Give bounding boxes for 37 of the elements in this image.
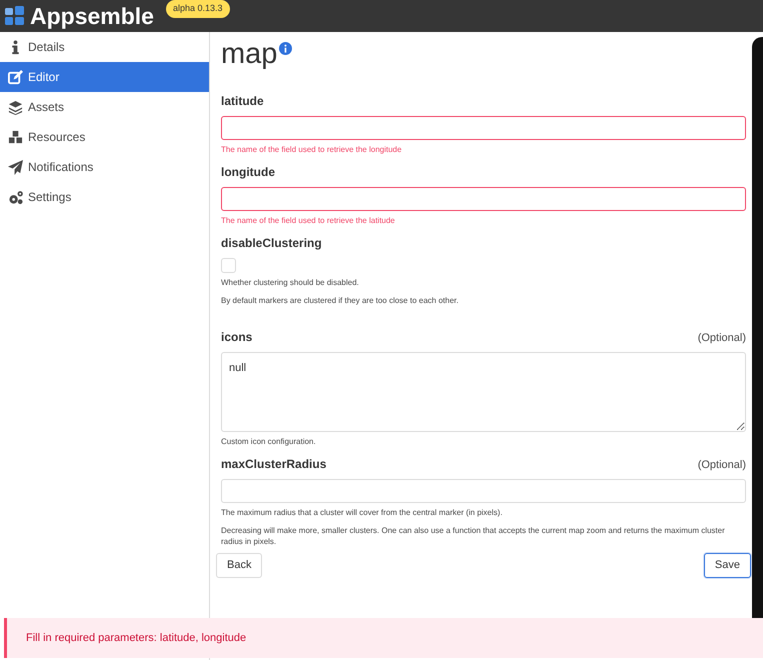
info-icon[interactable] — [279, 42, 292, 55]
sidebar-item[interactable]: Settings — [0, 182, 209, 212]
sidebar-item[interactable]: Details — [0, 32, 209, 62]
error-help-text: The name of the field used to retrieve the latitude — [221, 215, 396, 226]
field-label: icons — [221, 329, 252, 346]
help-text: Decreasing will make more, smaller clusters. One can also use a function that accepts the current map zoom and returns the maximum cluster radius in pixels. — [221, 525, 726, 547]
cubes-icon — [8, 130, 23, 144]
sidebar-item[interactable]: Editor — [0, 62, 209, 92]
form-button[interactable]: Back — [216, 553, 262, 578]
text-field[interactable] — [221, 116, 746, 140]
help-text: By default markers are clustered if they are too close to each other. — [221, 295, 460, 306]
checkbox[interactable] — [221, 258, 236, 273]
page-title: map — [221, 37, 278, 72]
notification-message: Fill in required parameters: latitude, longitude — [26, 630, 246, 646]
field-label: longitude — [221, 164, 275, 181]
json-textarea[interactable]: null — [221, 352, 746, 432]
sidebar-item[interactable]: Resources — [0, 122, 209, 152]
help-text: Whether clustering should be disabled. — [221, 277, 360, 288]
optional-label: (Optional) — [698, 458, 746, 472]
text-field[interactable] — [221, 187, 746, 211]
field-label: latitude — [221, 93, 264, 110]
gears-icon — [8, 190, 23, 204]
layers-icon — [8, 100, 23, 114]
optional-label: (Optional) — [698, 330, 746, 346]
logo-icon — [5, 6, 25, 26]
logo-text: Appsemble — [30, 4, 154, 28]
field-label: maxClusterRadius — [221, 456, 326, 473]
version-badge: alpha 0.13.3 — [166, 0, 230, 18]
form-button[interactable]: Save — [704, 553, 751, 578]
help-text: Custom icon configuration. — [221, 436, 317, 447]
help-text: The maximum radius that a cluster will cover from the central marker (in pixels). — [221, 507, 504, 518]
sidebar-item[interactable]: Notifications — [0, 152, 209, 182]
edit-icon — [8, 70, 23, 84]
sidebar-item[interactable]: Assets — [0, 92, 209, 122]
paper-plane-icon — [8, 160, 23, 174]
error-help-text: The name of the field used to retrieve the longitude — [221, 144, 403, 155]
field-label: disableClustering — [221, 235, 322, 252]
